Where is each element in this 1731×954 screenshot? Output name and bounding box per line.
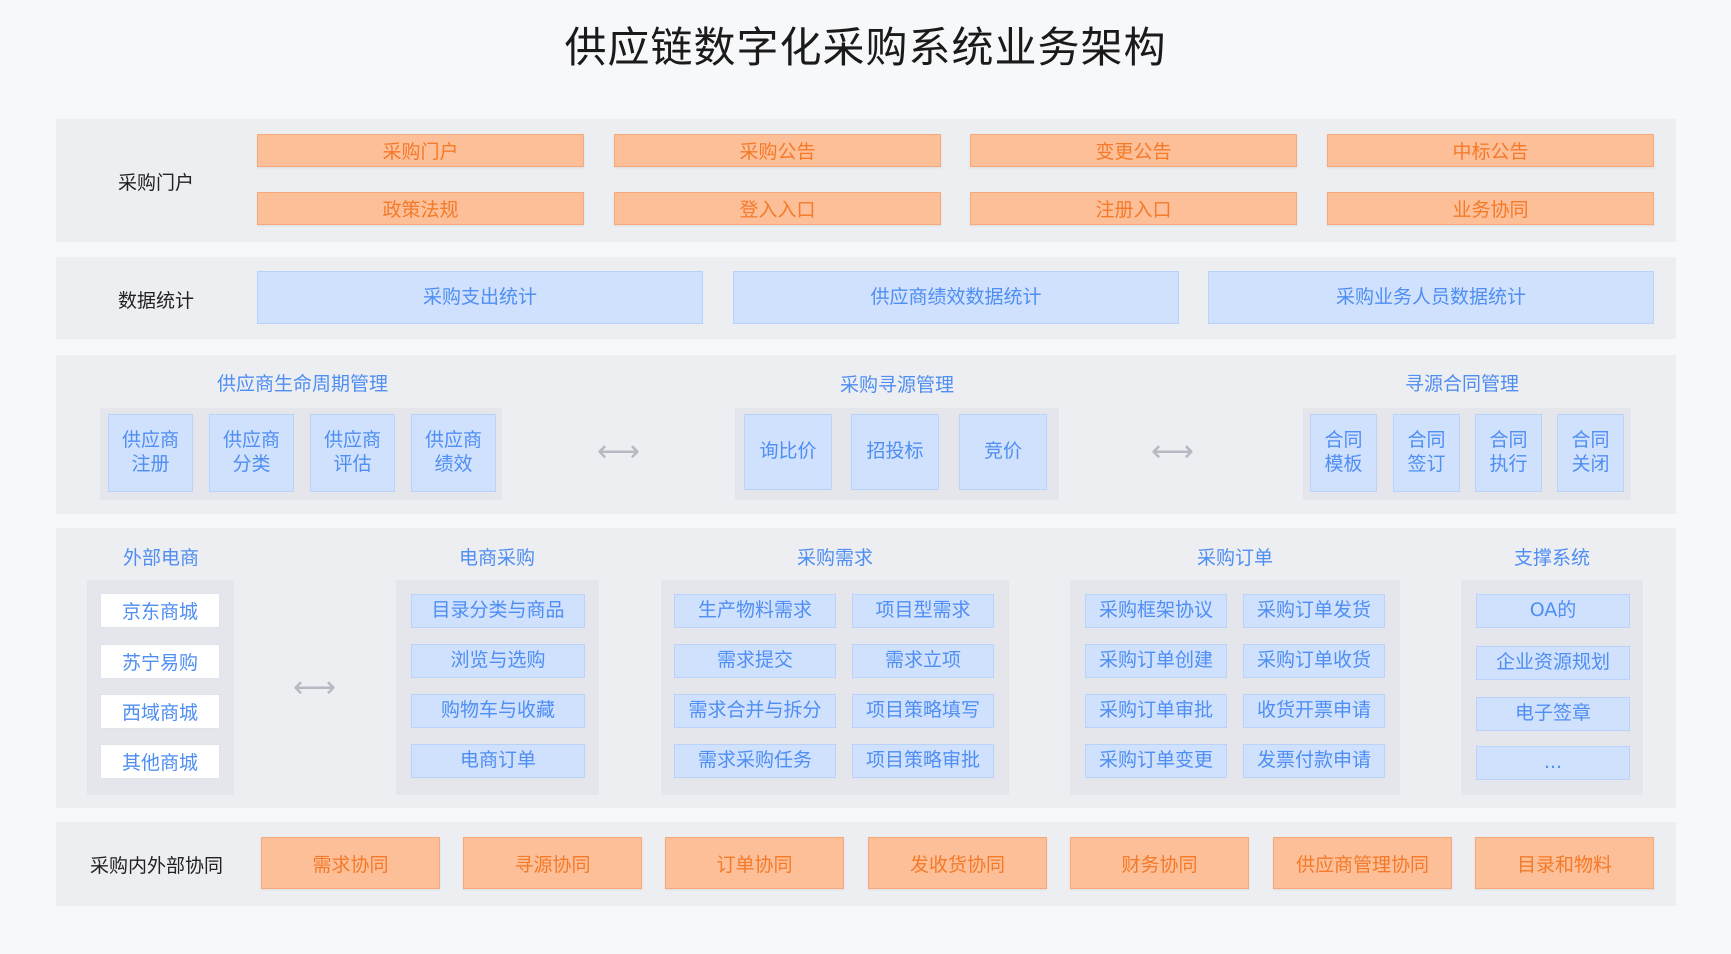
- ecommerce-item[interactable]: 购物车与收藏: [411, 694, 585, 728]
- external-item[interactable]: 苏宁易购: [100, 644, 220, 679]
- demand-item[interactable]: 项目型需求: [852, 594, 994, 628]
- support-item[interactable]: 电子签章: [1476, 697, 1630, 731]
- demand-item[interactable]: 需求提交: [674, 644, 836, 678]
- sourcing-title: 采购寻源管理: [839, 374, 954, 396]
- double-arrow-icon: ⟷: [293, 670, 337, 705]
- support-item[interactable]: 企业资源规划: [1476, 646, 1630, 680]
- demand-item[interactable]: 需求立项: [852, 644, 994, 678]
- collab-item[interactable]: 寻源协同: [463, 837, 642, 889]
- double-arrow-icon: ⟷: [597, 434, 641, 469]
- stats-item[interactable]: 采购支出统计: [257, 271, 703, 324]
- supplier-lifecycle-title: 供应商生命周期管理: [216, 373, 388, 395]
- ecommerce-item[interactable]: 电商订单: [411, 744, 585, 778]
- page-title: 供应链数字化采购系统业务架构: [564, 23, 1167, 72]
- contract-title: 寻源合同管理: [1404, 373, 1519, 395]
- portal-item[interactable]: 采购门户: [257, 134, 584, 167]
- external-item[interactable]: 其他商城: [100, 744, 220, 779]
- portal-item[interactable]: 登入入口: [614, 192, 941, 225]
- supplier-item[interactable]: 供应商 分类: [209, 414, 294, 492]
- support-item[interactable]: OA的: [1476, 594, 1630, 628]
- portal-item[interactable]: 政策法规: [257, 192, 584, 225]
- collab-item[interactable]: 财务协同: [1070, 837, 1249, 889]
- stats-item[interactable]: 供应商绩效数据统计: [733, 271, 1179, 324]
- order-item[interactable]: 采购订单变更: [1085, 744, 1227, 778]
- order-item[interactable]: 采购订单审批: [1085, 694, 1227, 728]
- sourcing-item[interactable]: 招投标: [851, 414, 939, 490]
- portal-label: 采购门户: [118, 172, 195, 194]
- contract-item[interactable]: 合同 签订: [1393, 414, 1460, 492]
- portal-item[interactable]: 中标公告: [1327, 134, 1654, 167]
- portal-item[interactable]: 变更公告: [970, 134, 1297, 167]
- supplier-item[interactable]: 供应商 注册: [108, 414, 193, 492]
- external-item[interactable]: 京东商城: [100, 593, 220, 628]
- demand-item[interactable]: 需求采购任务: [674, 744, 836, 778]
- collab-item[interactable]: 发收货协同: [868, 837, 1047, 889]
- support-item[interactable]: ...: [1476, 746, 1630, 780]
- portal-item[interactable]: 注册入口: [970, 192, 1297, 225]
- stats-label: 数据统计: [118, 290, 195, 312]
- contract-item[interactable]: 合同 执行: [1475, 414, 1542, 492]
- collab-item[interactable]: 供应商管理协同: [1273, 837, 1452, 889]
- demand-item[interactable]: 项目策略审批: [852, 744, 994, 778]
- external-item[interactable]: 西域商城: [100, 694, 220, 729]
- order-item[interactable]: 采购订单发货: [1243, 594, 1385, 628]
- sourcing-item[interactable]: 询比价: [744, 414, 832, 490]
- order-item[interactable]: 采购订单收货: [1243, 644, 1385, 678]
- external-title: 外部电商: [122, 547, 199, 569]
- collab-label: 采购内外部协同: [90, 855, 224, 877]
- stats-item[interactable]: 采购业务人员数据统计: [1208, 271, 1654, 324]
- ecommerce-item[interactable]: 浏览与选购: [411, 644, 585, 678]
- supplier-item[interactable]: 供应商 评估: [310, 414, 395, 492]
- order-item[interactable]: 收货开票申请: [1243, 694, 1385, 728]
- supplier-item[interactable]: 供应商 绩效: [411, 414, 496, 492]
- portal-item[interactable]: 采购公告: [614, 134, 941, 167]
- portal-item[interactable]: 业务协同: [1327, 192, 1654, 225]
- collab-item[interactable]: 目录和物料: [1475, 837, 1654, 889]
- order-item[interactable]: 采购订单创建: [1085, 644, 1227, 678]
- collab-item[interactable]: 需求协同: [261, 837, 440, 889]
- order-item[interactable]: 发票付款申请: [1243, 744, 1385, 778]
- order-title: 采购订单: [1196, 547, 1273, 569]
- ecommerce-item[interactable]: 目录分类与商品: [411, 594, 585, 628]
- demand-title: 采购需求: [796, 547, 873, 569]
- sourcing-item[interactable]: 竞价: [959, 414, 1047, 490]
- support-title: 支撑系统: [1513, 547, 1590, 569]
- ecommerce-title: 电商采购: [458, 547, 535, 569]
- contract-item[interactable]: 合同 模板: [1310, 414, 1377, 492]
- demand-item[interactable]: 需求合并与拆分: [674, 694, 836, 728]
- demand-item[interactable]: 项目策略填写: [852, 694, 994, 728]
- contract-item[interactable]: 合同 关闭: [1557, 414, 1624, 492]
- demand-item[interactable]: 生产物料需求: [674, 594, 836, 628]
- order-item[interactable]: 采购框架协议: [1085, 594, 1227, 628]
- collab-item[interactable]: 订单协同: [665, 837, 844, 889]
- double-arrow-icon: ⟷: [1151, 434, 1195, 469]
